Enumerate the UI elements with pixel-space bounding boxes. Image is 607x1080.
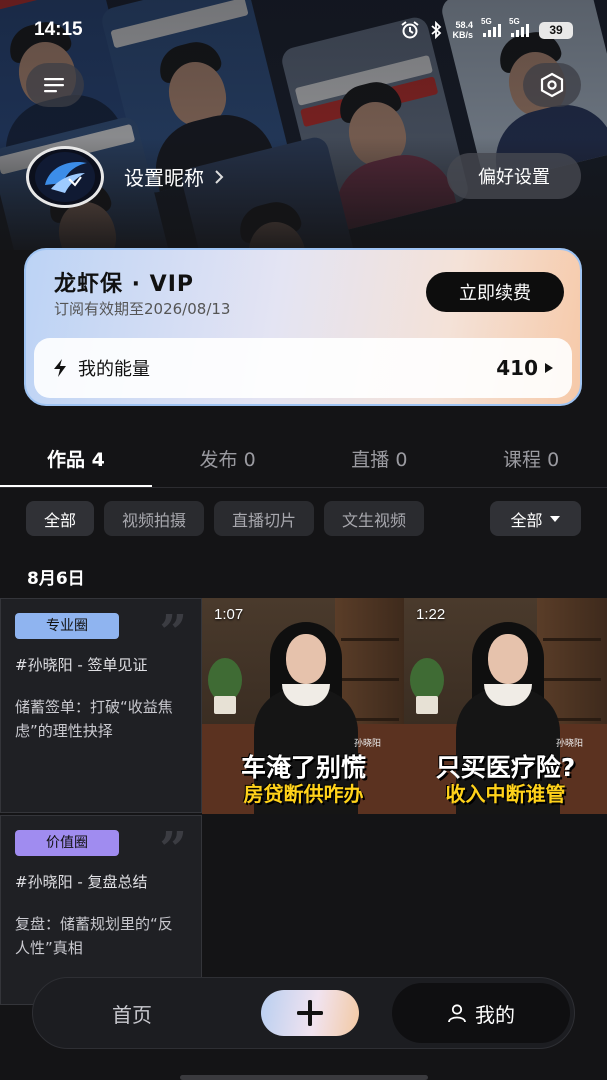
chip-video-shoot[interactable]: 视频拍摄	[104, 501, 205, 536]
set-nickname-link[interactable]: 设置昵称	[124, 162, 224, 191]
renew-button[interactable]: 立即续费	[426, 272, 564, 312]
nav-mine[interactable]: 我的	[392, 983, 570, 1043]
nickname-label: 设置昵称	[124, 166, 204, 190]
battery-indicator: 39	[539, 21, 573, 39]
vip-title: 龙虾保 · VIP	[54, 272, 195, 297]
status-bar: 14:15 58.4 KB/s 5G 5G 39	[0, 0, 607, 60]
quote-icon: ”	[159, 605, 187, 661]
category-badge: 专业圈	[15, 613, 119, 639]
filter-dropdown[interactable]: 全部	[490, 501, 581, 536]
avatar[interactable]	[26, 146, 104, 208]
post-body: 复盘：储蓄规划里的“反人性”真相	[15, 915, 173, 957]
create-button[interactable]	[261, 990, 359, 1036]
signal-strength-icon: 5G	[509, 17, 529, 37]
tab-works[interactable]: 作品 4	[0, 428, 152, 488]
my-energy-row[interactable]: 我的能量 410	[34, 338, 572, 398]
content-tabs: 作品 4 发布 0 直播 0 课程 0	[0, 428, 607, 488]
preferences-button[interactable]: 偏好设置	[447, 153, 581, 199]
filter-dropdown-label: 全部	[510, 510, 543, 530]
tabs-divider	[0, 487, 607, 488]
video-caption-line2: 房贷断供咋办	[243, 782, 364, 806]
plus-icon	[297, 1000, 323, 1026]
video-thumbnail[interactable]: 1:22 孙晓阳 只买医疗险? 收入中断谁管	[404, 598, 607, 814]
energy-value: 410	[496, 356, 538, 380]
tab-published[interactable]: 发布 0	[152, 428, 304, 488]
chevron-right-icon	[215, 169, 224, 184]
lightning-icon	[54, 359, 66, 377]
text-post-card[interactable]: 专业圈 ” #孙晓阳 - 签单见证 储蓄签单：打破“收益焦虑”的理性抉择	[0, 598, 202, 813]
play-arrow-icon	[545, 363, 553, 373]
video-caption-line2: 收入中断谁管	[445, 782, 566, 806]
signal-strength-icon: 5G	[481, 17, 501, 37]
hexagon-settings-icon	[540, 72, 564, 98]
app-logo-icon	[35, 152, 95, 202]
home-indicator	[180, 1075, 428, 1080]
nav-home[interactable]: 首页	[37, 999, 227, 1028]
alarm-icon	[401, 21, 420, 39]
network-speed: 58.4 KB/s	[452, 20, 473, 40]
date-header: 8月6日	[27, 569, 85, 589]
tab-live[interactable]: 直播 0	[304, 428, 456, 488]
energy-label: 我的能量	[78, 359, 150, 380]
nav-mine-label: 我的	[475, 1002, 515, 1027]
chip-live-clips[interactable]: 直播切片	[214, 501, 315, 536]
video-duration: 1:22	[416, 606, 446, 623]
post-body: 储蓄签单：打破“收益焦虑”的理性抉择	[15, 698, 173, 740]
bluetooth-icon	[431, 21, 442, 39]
menu-button[interactable]	[26, 63, 84, 107]
tab-courses[interactable]: 课程 0	[455, 428, 607, 488]
user-icon	[448, 1004, 466, 1023]
settings-button[interactable]	[523, 63, 581, 107]
chip-all[interactable]: 全部	[26, 501, 95, 536]
quote-icon: ”	[159, 822, 187, 878]
menu-icon	[44, 78, 64, 93]
video-duration: 1:07	[214, 606, 244, 623]
video-thumbnail[interactable]: 1:07 孙晓阳 车淹了别慌 房贷断供咋办	[202, 598, 405, 814]
chip-text-to-video[interactable]: 文生视频	[324, 501, 425, 536]
subscription-expiry: 订阅有效期至2026/08/13	[54, 300, 231, 318]
filter-chips: 全部 视频拍摄 直播切片 文生视频	[26, 501, 425, 536]
category-badge: 价值圈	[15, 830, 119, 856]
status-time: 14:15	[34, 19, 83, 40]
bottom-nav: 首页 我的	[32, 977, 575, 1049]
caret-down-icon	[549, 515, 560, 522]
vip-card: 龙虾保 · VIP 订阅有效期至2026/08/13 立即续费 我的能量 410	[24, 248, 582, 406]
